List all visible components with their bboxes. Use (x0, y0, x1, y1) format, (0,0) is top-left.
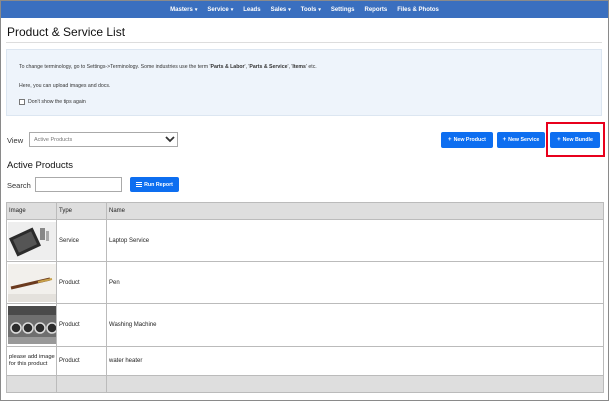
dont-show-tips[interactable]: Don't show the tips again (19, 99, 86, 105)
search-label: Search (7, 181, 31, 190)
caret-down-icon: ▾ (194, 6, 198, 13)
type-cell: Product (56, 345, 107, 376)
view-label: View (7, 136, 24, 145)
table-row[interactable]: Service Laptop Service (6, 218, 604, 263)
name-cell[interactable]: Washing Machine (106, 303, 604, 347)
table-row[interactable]: please add image for this product Produc… (6, 345, 604, 376)
nav-label: Reports (364, 6, 388, 13)
nav-service[interactable]: Service ▾ (207, 7, 233, 13)
table-row[interactable]: Product Pen (6, 261, 604, 305)
table-row[interactable]: Product Washing Machine (6, 303, 604, 347)
caret-down-icon: ▾ (288, 6, 291, 13)
tip-text: To change terminology, go to Settings->T… (19, 64, 211, 70)
chevron-down-icon (163, 133, 177, 146)
footer-cell (56, 374, 107, 394)
nav-label: Masters (170, 6, 193, 13)
image-cell (6, 218, 57, 263)
title-divider (6, 42, 602, 43)
laptop-thumbnail[interactable] (8, 221, 56, 260)
page-title: Product & Service List (7, 25, 126, 39)
button-label: New Product (453, 137, 486, 143)
image-cell: please add image for this product (6, 345, 57, 376)
caret-down-icon: ▾ (318, 6, 321, 13)
tip-term: Items (292, 64, 306, 70)
top-navbar: Masters ▾ Service ▾ Leads Sales ▾ Tools ▾ Se… (1, 1, 608, 18)
tip-text: ' etc. (305, 64, 317, 70)
button-label: Run Report (144, 181, 173, 188)
run-report-button[interactable]: Run Report (130, 177, 179, 192)
name-cell[interactable]: Pen (106, 261, 604, 305)
nav-settings[interactable]: Settings (331, 7, 355, 13)
products-table: Image Type Name Service Laptop Service P… (6, 202, 604, 394)
nav-label: Settings (330, 6, 355, 13)
image-cell (6, 303, 57, 347)
nav-label: Sales (270, 6, 287, 13)
name-cell[interactable]: Laptop Service (106, 218, 604, 263)
column-header-image[interactable]: Image (6, 202, 57, 220)
no-image-message: please add image for this product (9, 354, 55, 367)
tip-terminology: To change terminology, go to Settings->T… (19, 64, 317, 70)
new-product-button[interactable]: + New Product (441, 132, 493, 148)
type-cell: Product (56, 261, 107, 305)
nav-label: Files & Photos (397, 6, 439, 13)
caret-down-icon: ▾ (230, 6, 234, 13)
view-select[interactable]: Active Products (29, 132, 178, 147)
name-cell[interactable]: water heater (106, 345, 604, 376)
table-footer-row (6, 374, 604, 394)
nav-reports[interactable]: Reports (365, 7, 388, 13)
dont-show-tips-checkbox[interactable] (19, 99, 25, 105)
footer-cell (106, 374, 604, 394)
image-cell (6, 261, 57, 305)
list-icon (136, 182, 143, 187)
tip-term: Parts & Service (249, 64, 288, 70)
nav-label: Service (207, 6, 229, 13)
plus-icon: + (448, 137, 452, 143)
tip-term: Parts & Labor (210, 64, 245, 70)
type-cell: Service (56, 218, 107, 263)
button-label: New Service (508, 137, 540, 143)
plus-icon: + (502, 137, 507, 143)
washing-machine-thumbnail[interactable] (8, 306, 56, 345)
tip-upload: Here, you can upload images and docs. (19, 83, 111, 89)
nav-label: Leads (243, 6, 261, 13)
nav-tools[interactable]: Tools ▾ (301, 7, 321, 13)
type-cell: Product (56, 303, 107, 347)
footer-cell (6, 374, 57, 394)
column-header-name[interactable]: Name (106, 202, 604, 220)
nav-files-photos[interactable]: Files & Photos (397, 7, 439, 13)
new-service-button[interactable]: + New Service (497, 132, 545, 148)
nav-masters[interactable]: Masters ▾ (170, 7, 197, 13)
pen-thumbnail[interactable] (8, 263, 56, 302)
nav-sales[interactable]: Sales ▾ (271, 7, 291, 13)
tips-panel: To change terminology, go to Settings->T… (6, 49, 602, 116)
section-title: Active Products (7, 160, 73, 171)
highlight-box (546, 122, 605, 157)
table-header-row: Image Type Name (6, 202, 604, 220)
nav-label: Tools (300, 6, 317, 13)
nav-leads[interactable]: Leads (243, 7, 260, 13)
view-select-value: Active Products (34, 136, 73, 143)
search-input[interactable] (35, 177, 122, 192)
dont-show-tips-label: Don't show the tips again (28, 99, 86, 105)
column-header-type[interactable]: Type (56, 202, 107, 220)
